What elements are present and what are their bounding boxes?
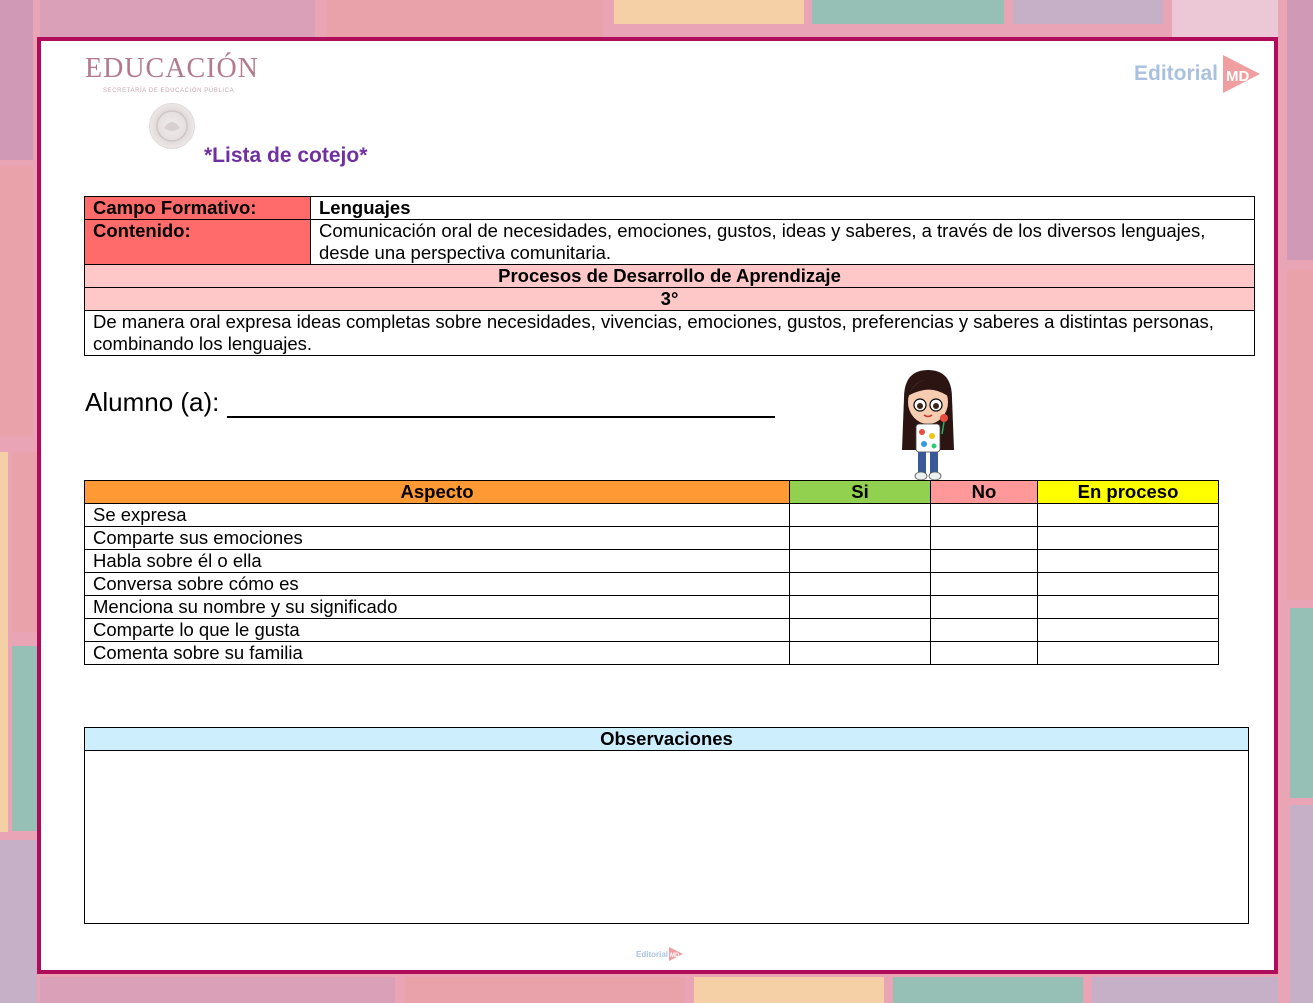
bg-tile (0, 452, 8, 832)
campo-value: Lenguajes (310, 196, 1255, 220)
bg-tile (1290, 805, 1313, 1003)
en-proceso-cell[interactable] (1037, 572, 1219, 596)
bg-tile (1287, 270, 1313, 600)
table-row: Comparte sus emociones (84, 526, 1219, 550)
bg-tile (812, 0, 1004, 24)
si-cell[interactable] (789, 549, 931, 573)
student-field: Alumno (a): (85, 387, 776, 418)
page-title: *Lista de cotejo* (204, 144, 368, 167)
observations-header: Observaciones (84, 727, 1249, 751)
aspect-cell: Habla sobre él o ella (84, 549, 790, 573)
observations-field[interactable] (84, 750, 1249, 924)
brand-text: Editorial (1133, 62, 1218, 85)
table-row: Menciona su nombre y su significado (84, 595, 1219, 619)
table-row: Habla sobre él o ella (84, 549, 1219, 573)
pda-header-row: Procesos de Desarrollo de Aprendizaje (84, 264, 1255, 288)
bg-tile (405, 977, 685, 1003)
aspect-cell: Menciona su nombre y su significado (84, 595, 790, 619)
bg-tile (1092, 977, 1278, 1003)
bg-tile (1287, 0, 1313, 260)
editorial-md-logo: Editorial MD (1134, 51, 1262, 97)
editorial-md-footer-logo: Editorial MD (636, 946, 684, 962)
md-triangle-small-icon: MD (669, 947, 684, 961)
no-cell[interactable] (930, 549, 1038, 573)
info-table: Campo Formativo: Lenguajes Contenido: Co… (84, 196, 1255, 356)
bg-tile (0, 0, 33, 160)
student-name-blank[interactable] (227, 392, 776, 418)
checklist-header-row: Aspecto Si No En proceso (84, 480, 1219, 504)
observations-table: Observaciones (84, 727, 1249, 924)
aspect-cell: Comparte lo que le gusta (84, 618, 790, 642)
si-cell[interactable] (789, 526, 931, 550)
bg-tile (1013, 0, 1163, 24)
aspect-cell: Comparte sus emociones (84, 526, 790, 550)
si-cell[interactable] (789, 641, 931, 665)
contenido-label: Contenido: (84, 219, 311, 265)
national-seal-icon (149, 103, 195, 149)
si-cell[interactable] (789, 572, 931, 596)
bg-tile (614, 0, 804, 24)
si-cell[interactable] (789, 595, 931, 619)
student-label: Alumno (a): (85, 387, 220, 417)
col-no: No (930, 480, 1038, 504)
table-row: Comenta sobre su familia (84, 641, 1219, 665)
pda-header: Procesos de Desarrollo de Aprendizaje (84, 264, 1255, 288)
md-triangle-icon: MD (1223, 55, 1260, 93)
document-sheet: EDUCACIÓN SECRETARÍA DE EDUCACIÓN PÚBLIC… (37, 37, 1278, 974)
table-row: Comparte lo que le gusta (84, 618, 1219, 642)
pda-text-row: De manera oral expresa ideas completas s… (84, 310, 1255, 356)
brand-mark-text: MD (1226, 68, 1249, 85)
observations-body-row (84, 750, 1249, 924)
checklist-table: Aspecto Si No En proceso Se expresa Comp… (84, 480, 1219, 665)
en-proceso-cell[interactable] (1037, 526, 1219, 550)
contenido-row: Contenido: Comunicación oral de necesida… (84, 219, 1255, 265)
bg-tile (694, 977, 884, 1003)
footer-brand-mark: MD (670, 953, 680, 959)
en-proceso-cell[interactable] (1037, 549, 1219, 573)
table-row: Se expresa (84, 503, 1219, 527)
en-proceso-cell[interactable] (1037, 641, 1219, 665)
bg-tile (1290, 608, 1313, 798)
aspect-cell: Conversa sobre cómo es (84, 572, 790, 596)
no-cell[interactable] (930, 572, 1038, 596)
col-aspecto: Aspecto (84, 480, 790, 504)
footer-brand-text: Editorial (636, 949, 669, 959)
col-en-proceso: En proceso (1037, 480, 1219, 504)
no-cell[interactable] (930, 526, 1038, 550)
campo-label: Campo Formativo: (84, 196, 311, 220)
no-cell[interactable] (930, 641, 1038, 665)
bg-tile (1172, 0, 1278, 37)
bg-tile (40, 977, 395, 1003)
si-cell[interactable] (789, 618, 931, 642)
sep-logo-subtitle: SECRETARÍA DE EDUCACIÓN PÚBLICA (103, 88, 235, 94)
sep-logo-title: EDUCACIÓN (85, 53, 259, 84)
en-proceso-cell[interactable] (1037, 618, 1219, 642)
grade: 3° (84, 287, 1255, 311)
bg-tile (12, 646, 37, 831)
bg-tile (40, 0, 315, 37)
bg-tile (12, 452, 37, 632)
table-row: Conversa sobre cómo es (84, 572, 1219, 596)
bg-tile (893, 977, 1083, 1003)
pda-text: De manera oral expresa ideas completas s… (84, 310, 1255, 356)
observations-header-row: Observaciones (84, 727, 1249, 751)
girl-illustration (896, 368, 960, 482)
no-cell[interactable] (930, 595, 1038, 619)
grade-row: 3° (84, 287, 1255, 311)
bg-tile (0, 840, 37, 1003)
no-cell[interactable] (930, 503, 1038, 527)
bg-tile (0, 166, 33, 436)
col-si: Si (789, 480, 931, 504)
en-proceso-cell[interactable] (1037, 503, 1219, 527)
no-cell[interactable] (930, 618, 1038, 642)
campo-row: Campo Formativo: Lenguajes (84, 196, 1255, 220)
contenido-value: Comunicación oral de necesidades, emocio… (310, 219, 1255, 265)
aspect-cell: Comenta sobre su familia (84, 641, 790, 665)
en-proceso-cell[interactable] (1037, 595, 1219, 619)
bg-tile (327, 0, 603, 37)
aspect-cell: Se expresa (84, 503, 790, 527)
si-cell[interactable] (789, 503, 931, 527)
